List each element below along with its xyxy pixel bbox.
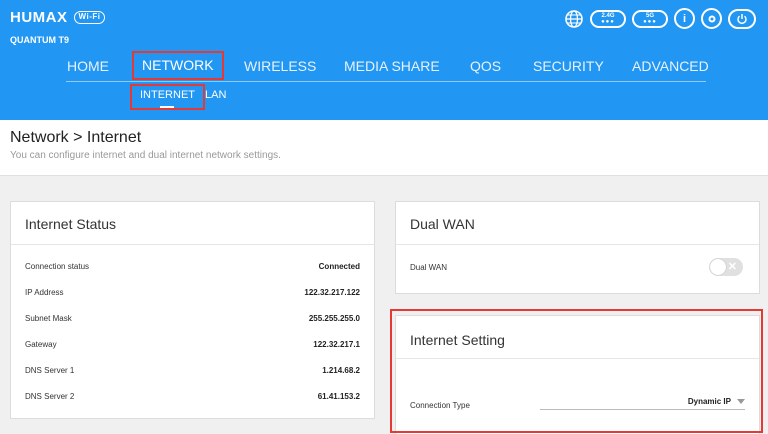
- main-nav: HOME NETWORK WIRELESS MEDIA SHARE QOS SE…: [0, 51, 768, 80]
- band-24g-dots-icon: ●●●: [601, 18, 615, 25]
- band-5g-dots-icon: ●●●: [643, 18, 657, 25]
- model-name: QUANTUM T9: [10, 35, 69, 45]
- header-icons: 2.4G ●●● 5G ●●● i: [563, 8, 756, 29]
- top-header: HUMAX Wi-Fi QUANTUM T9 2.4G ●●● 5G ●●● i: [0, 0, 768, 120]
- status-row: Gateway 122.32.217.1: [25, 337, 360, 351]
- dns2-label: DNS Server 2: [25, 391, 75, 401]
- connection-status-label: Connection status: [25, 261, 90, 271]
- humax-logo: HUMAX Wi-Fi: [10, 9, 106, 26]
- power-icon[interactable]: [728, 8, 756, 29]
- gateway-value: 122.32.217.1: [313, 339, 360, 349]
- connection-type-row: Connection Type: [410, 398, 529, 412]
- logo-text: HUMAX: [10, 9, 68, 26]
- nav-advanced[interactable]: ADVANCED: [632, 56, 709, 76]
- status-row: DNS Server 1 1.214.68.2: [25, 363, 360, 377]
- subnet-mask-label: Subnet Mask: [25, 313, 72, 323]
- gateway-label: Gateway: [25, 339, 57, 349]
- status-row: Subnet Mask 255.255.255.0: [25, 311, 360, 325]
- nav-divider: [66, 81, 706, 82]
- wifi-badge: Wi-Fi: [73, 11, 106, 24]
- status-row: IP Address 122.32.217.122: [25, 285, 360, 299]
- nav-network[interactable]: NETWORK: [132, 51, 224, 80]
- toggle-off-icon: ✕: [727, 261, 737, 273]
- internet-status-card: Internet Status Connection status Connec…: [10, 201, 375, 419]
- card-divider: [396, 358, 759, 359]
- status-row: DNS Server 2 61.41.153.2: [25, 389, 360, 403]
- card-divider: [396, 244, 759, 245]
- info-icon[interactable]: i: [674, 8, 695, 29]
- ip-address-label: IP Address: [25, 287, 64, 297]
- subnav-active-indicator: [160, 106, 174, 108]
- internet-setting-card: Internet Setting Connection Type Dynamic…: [395, 315, 760, 434]
- dual-wan-row: Dual WAN: [410, 260, 699, 274]
- toggle-knob: [710, 259, 726, 275]
- settings-icon[interactable]: [701, 8, 722, 29]
- band-24g-icon[interactable]: 2.4G ●●●: [590, 9, 626, 28]
- nav-security[interactable]: SECURITY: [533, 56, 604, 76]
- nav-home[interactable]: HOME: [67, 56, 109, 76]
- settings-svg: [708, 15, 715, 22]
- dropdown-caret-icon: [737, 399, 745, 404]
- page-header: Network > Internet You can configure int…: [0, 120, 768, 176]
- status-row: Connection status Connected: [25, 259, 360, 273]
- dual-wan-card: Dual WAN Dual WAN ✕: [395, 201, 760, 294]
- card-divider: [11, 244, 374, 245]
- dual-wan-title: Dual WAN: [410, 216, 475, 232]
- page-title: Network > Internet: [10, 129, 142, 146]
- internet-setting-title: Internet Setting: [410, 332, 505, 348]
- band-5g-icon[interactable]: 5G ●●●: [632, 9, 668, 28]
- dns1-label: DNS Server 1: [25, 365, 75, 375]
- nav-media-share[interactable]: MEDIA SHARE: [344, 56, 440, 76]
- globe-svg: [564, 9, 583, 28]
- power-svg: [737, 13, 747, 24]
- connection-type-label: Connection Type: [410, 400, 470, 410]
- nav-wireless[interactable]: WIRELESS: [244, 56, 316, 76]
- connection-status-value: Connected: [318, 261, 360, 271]
- dual-wan-label: Dual WAN: [410, 262, 448, 272]
- internet-status-title: Internet Status: [25, 216, 117, 232]
- page-subtitle: You can configure internet and dual inte…: [10, 150, 281, 161]
- ip-address-value: 122.32.217.122: [304, 287, 360, 297]
- dual-wan-toggle[interactable]: ✕: [709, 258, 743, 276]
- connection-type-select[interactable]: Dynamic IP: [540, 394, 745, 410]
- connection-type-value: Dynamic IP: [687, 397, 731, 406]
- dns2-value: 61.41.153.2: [317, 391, 360, 401]
- dns1-value: 1.214.68.2: [322, 365, 360, 375]
- nav-qos[interactable]: QOS: [470, 56, 501, 76]
- globe-icon[interactable]: [563, 8, 584, 29]
- subnav-lan[interactable]: LAN: [205, 88, 226, 102]
- subnet-mask-value: 255.255.255.0: [308, 313, 360, 323]
